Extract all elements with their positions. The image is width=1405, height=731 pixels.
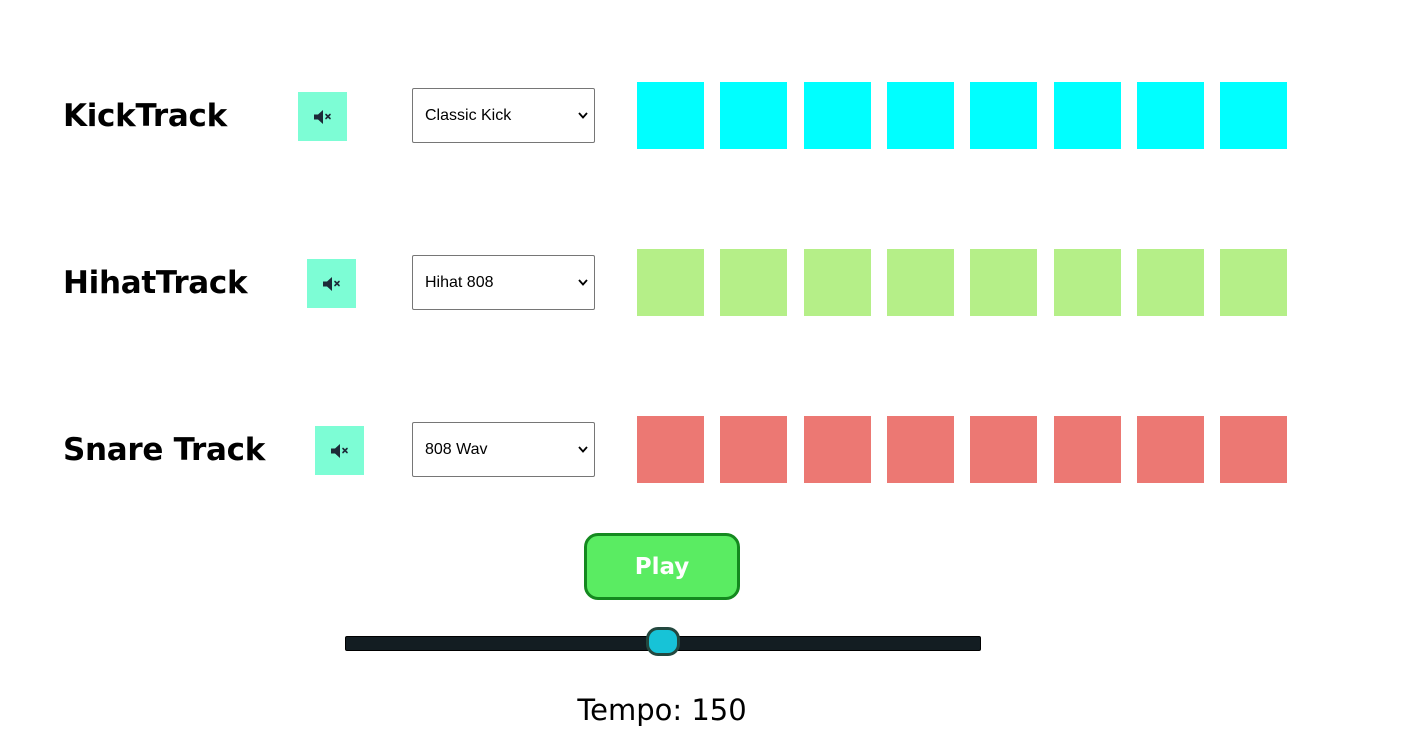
snare-pad-1[interactable] bbox=[637, 416, 704, 483]
snare-sound-select[interactable]: 808 Wav bbox=[412, 422, 595, 477]
speaker-muted-icon bbox=[330, 443, 350, 459]
snare-sound-value: 808 Wav bbox=[425, 440, 488, 458]
kick-sound-select[interactable]: Classic Kick bbox=[412, 88, 595, 143]
hihat-pad-4[interactable] bbox=[887, 249, 954, 316]
kick-pad-6[interactable] bbox=[1054, 82, 1121, 149]
snare-pad-2[interactable] bbox=[720, 416, 787, 483]
kick-pad-5[interactable] bbox=[970, 82, 1037, 149]
hihat-pad-6[interactable] bbox=[1054, 249, 1121, 316]
tempo-slider[interactable] bbox=[345, 627, 981, 661]
hihat-pad-2[interactable] bbox=[720, 249, 787, 316]
kick-sound-value: Classic Kick bbox=[425, 106, 512, 124]
speaker-muted-icon bbox=[322, 276, 342, 292]
kick-mute-button[interactable] bbox=[298, 92, 347, 141]
snare-track-title: Snare Track bbox=[63, 432, 266, 468]
snare-pad-7[interactable] bbox=[1137, 416, 1204, 483]
hihat-sound-value: Hihat 808 bbox=[425, 273, 494, 291]
tempo-label: Tempo: 150 bbox=[577, 693, 747, 727]
tempo-slider-thumb[interactable] bbox=[646, 627, 680, 656]
play-button[interactable]: Play bbox=[584, 533, 740, 600]
hihat-track-row: HihatTrack Hihat 808 bbox=[0, 249, 1405, 317]
snare-pad-3[interactable] bbox=[804, 416, 871, 483]
kick-pad-3[interactable] bbox=[804, 82, 871, 149]
snare-track-row: Snare Track 808 Wav bbox=[0, 416, 1405, 484]
kick-pad-7[interactable] bbox=[1137, 82, 1204, 149]
hihat-pad-5[interactable] bbox=[970, 249, 1037, 316]
kick-track-row: KickTrack Classic Kick bbox=[0, 82, 1405, 150]
snare-pad-5[interactable] bbox=[970, 416, 1037, 483]
snare-pad-8[interactable] bbox=[1220, 416, 1287, 483]
kick-pad-2[interactable] bbox=[720, 82, 787, 149]
snare-pad-6[interactable] bbox=[1054, 416, 1121, 483]
kick-pad-8[interactable] bbox=[1220, 82, 1287, 149]
hihat-sound-select[interactable]: Hihat 808 bbox=[412, 255, 595, 310]
chevron-down-icon bbox=[572, 112, 594, 119]
kick-track-title: KickTrack bbox=[63, 98, 227, 134]
speaker-muted-icon bbox=[313, 109, 333, 125]
kick-pad-1[interactable] bbox=[637, 82, 704, 149]
hihat-mute-button[interactable] bbox=[307, 259, 356, 308]
hihat-pad-1[interactable] bbox=[637, 249, 704, 316]
chevron-down-icon bbox=[572, 279, 594, 286]
snare-mute-button[interactable] bbox=[315, 426, 364, 475]
chevron-down-icon bbox=[572, 446, 594, 453]
drum-machine: KickTrack Classic Kick HihatTrack Hihat … bbox=[0, 0, 1405, 731]
hihat-pad-3[interactable] bbox=[804, 249, 871, 316]
snare-pad-4[interactable] bbox=[887, 416, 954, 483]
hihat-track-title: HihatTrack bbox=[63, 265, 248, 301]
hihat-pad-7[interactable] bbox=[1137, 249, 1204, 316]
hihat-pad-8[interactable] bbox=[1220, 249, 1287, 316]
kick-pad-4[interactable] bbox=[887, 82, 954, 149]
